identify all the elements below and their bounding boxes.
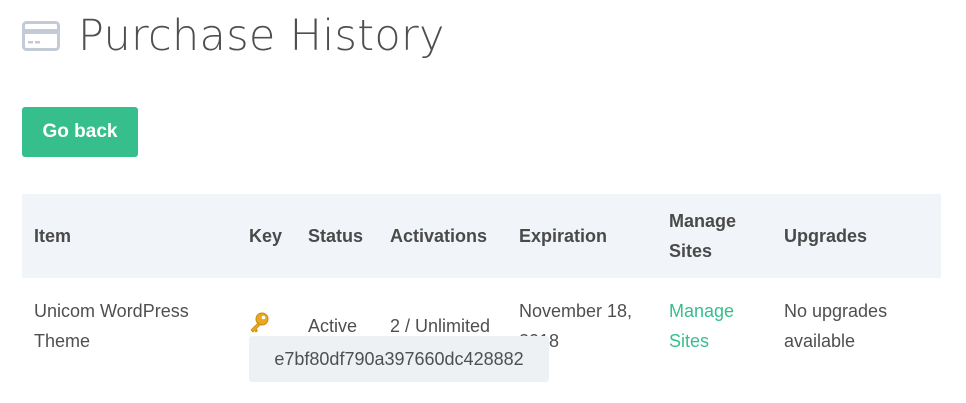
manage-sites-link[interactable]: Manage Sites: [669, 301, 734, 351]
column-header-upgrades: Upgrades: [784, 226, 868, 246]
cell-upgrades: No upgrades available: [784, 301, 888, 351]
column-header-activations: Activations: [390, 226, 488, 246]
page-title: Purchase History: [78, 11, 445, 61]
column-header-item: Item: [34, 226, 72, 246]
cell-manage-sites: Manage Sites: [657, 278, 772, 362]
go-back-button[interactable]: Go back: [22, 107, 138, 157]
column-header-key: Key: [249, 226, 283, 246]
column-header-expiration: Expiration: [519, 226, 608, 246]
license-key-tooltip: e7bf80df790a397660dc428882: [249, 336, 549, 382]
credit-card-icon: [22, 21, 60, 51]
cell-item: Unicom WordPress Theme: [34, 301, 189, 351]
page-header: Purchase History: [22, 8, 445, 64]
table-header-row: Item Key Status Activations Expiration M…: [22, 194, 941, 278]
column-header-manage-sites: Manage Sites: [669, 211, 737, 261]
column-header-status: Status: [308, 226, 364, 246]
